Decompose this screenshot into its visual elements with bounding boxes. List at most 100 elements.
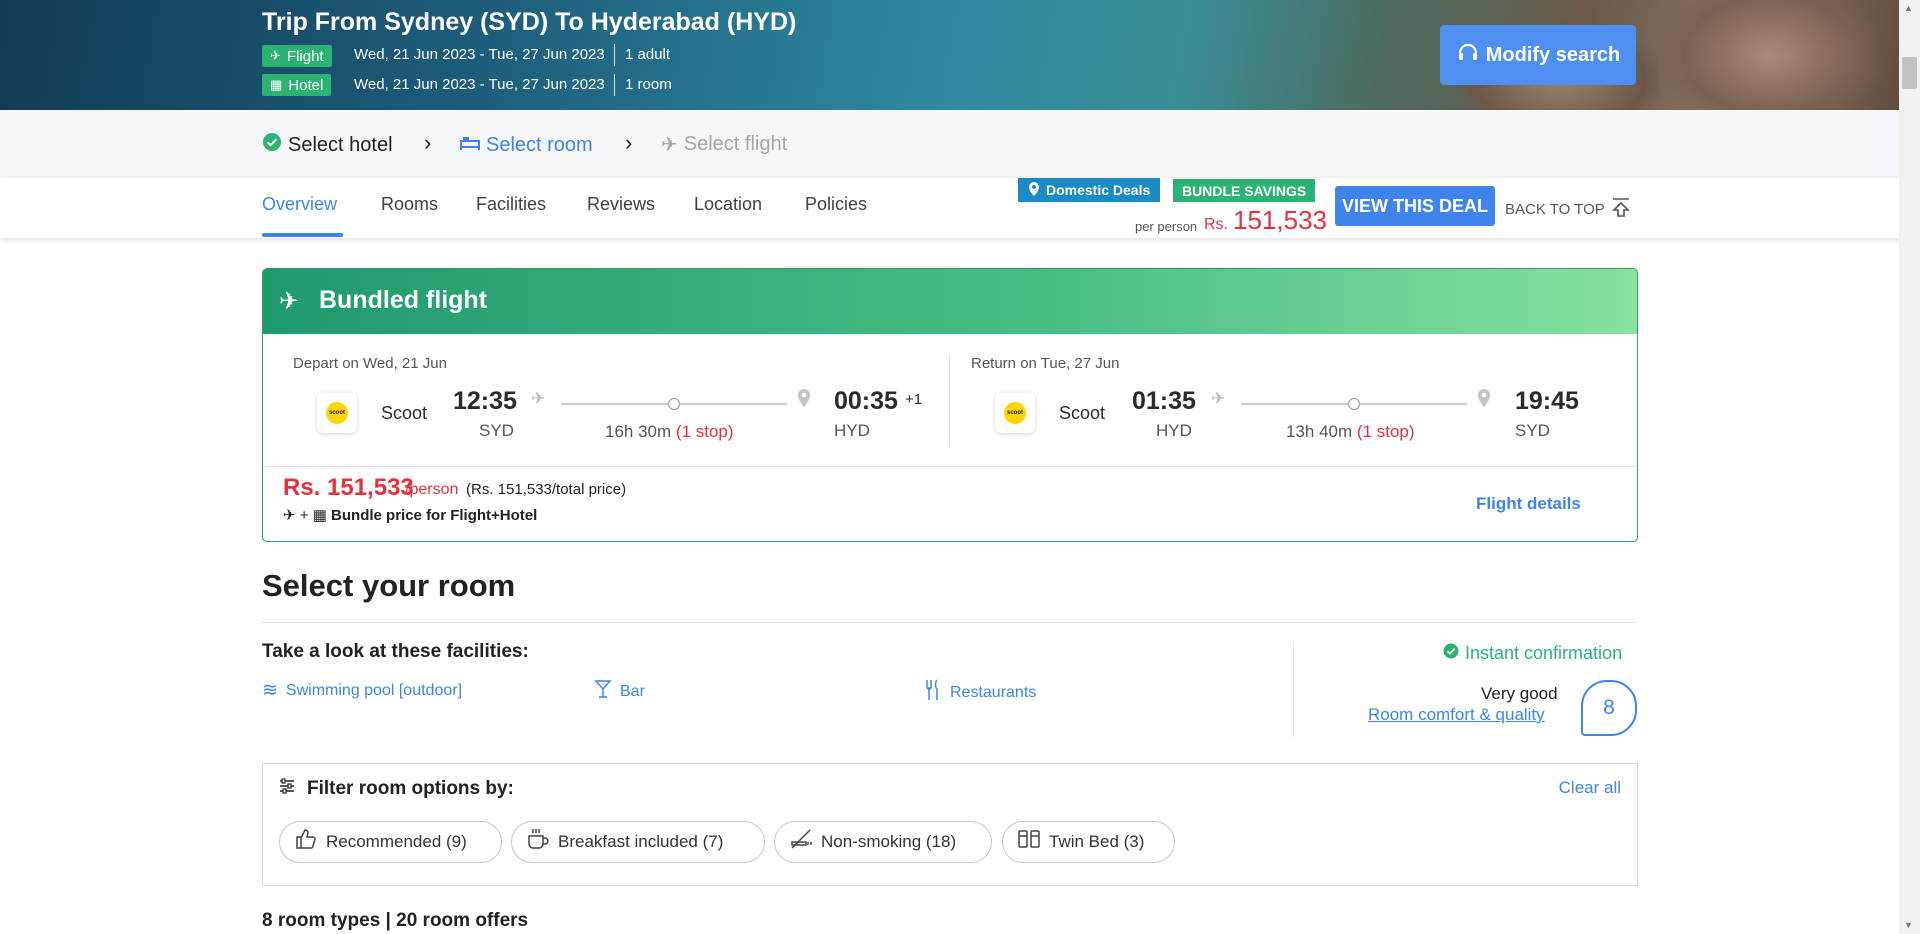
scroll-down-icon[interactable]: ▼ (1904, 920, 1913, 930)
next-day-indicator: +1 (905, 391, 923, 408)
tab-reviews[interactable]: Reviews (587, 194, 655, 215)
instant-confirmation: Instant confirmation (1443, 643, 1622, 664)
bed-icon (460, 132, 480, 158)
facility-label: Restaurants (950, 684, 1037, 701)
chevron-right-icon: › (424, 130, 432, 155)
per-person-label: /person (405, 481, 459, 498)
divider (262, 622, 1636, 623)
departure-airport: SYD (479, 421, 514, 440)
twin-bed-icon (1017, 827, 1041, 857)
domestic-deals-label: Domestic Deals (1046, 182, 1151, 198)
facility-restaurants[interactable]: Restaurants (924, 679, 1036, 707)
facilities-title: Take a look at these facilities: (262, 641, 529, 662)
flight-tag-label: Flight (286, 47, 324, 65)
currency-label: Rs. (1204, 216, 1228, 233)
stop-dot (1348, 398, 1360, 410)
scoot-logo: scoot (317, 393, 357, 433)
airplane-icon: ✈ (531, 389, 546, 408)
arrow-up-icon (1611, 196, 1631, 222)
step-select-flight[interactable]: ✈ Select flight (661, 132, 787, 157)
tab-location[interactable]: Location (694, 194, 762, 215)
cocktail-icon (594, 679, 612, 705)
check-circle-icon (1443, 643, 1459, 664)
active-tab-indicator (262, 233, 343, 237)
step-select-hotel[interactable]: Select hotel (262, 132, 393, 158)
filter-chip-non-smoking[interactable]: Non-smoking (18) (774, 821, 992, 863)
scrollbar-thumb[interactable] (1902, 57, 1917, 89)
flight-tag: ✈ Flight (262, 45, 332, 67)
check-circle-icon (262, 132, 282, 158)
divider (614, 74, 615, 96)
airplane-icon: ✈ (283, 507, 296, 524)
scoot-logo: scoot (995, 393, 1035, 433)
tab-policies[interactable]: Policies (805, 194, 867, 215)
departure-time: 01:35 (1132, 387, 1196, 415)
chip-label: Twin Bed (3) (1049, 832, 1145, 851)
location-pin-icon (1028, 181, 1040, 199)
leg-divider (949, 355, 950, 447)
modify-search-button[interactable]: Modify search (1440, 25, 1636, 85)
back-to-top-label: BACK TO TOP (1505, 200, 1605, 218)
room-count-summary: 8 room types | 20 room offers (262, 910, 529, 931)
bundled-flight-header: ✈ Bundled flight (263, 269, 1637, 334)
return-date-label: Return on Tue, 27 Jun (971, 355, 1120, 372)
bundled-flight-card: ✈ Bundled flight Depart on Wed, 21 Jun s… (262, 268, 1638, 542)
booking-steps: Select hotel › Select room › ✈ Select fl… (0, 110, 1920, 178)
airline-name: Scoot (1059, 403, 1106, 423)
step-label: Select room (486, 133, 593, 156)
filter-chip-breakfast[interactable]: Breakfast included (7) (511, 821, 765, 863)
trip-header: Trip From Sydney (SYD) To Hyderabad (HYD… (0, 0, 1920, 110)
departure-airport: HYD (1156, 421, 1192, 440)
location-pin-icon (797, 389, 811, 412)
divider (614, 44, 615, 66)
domestic-deals-badge: Domestic Deals (1018, 178, 1161, 202)
facility-pool[interactable]: ≋ Swimming pool [outdoor] (262, 679, 462, 702)
back-to-top-link[interactable]: BACK TO TOP (1505, 196, 1631, 222)
hotel-rooms: 1 room (625, 76, 672, 93)
tab-overview[interactable]: Overview (262, 194, 337, 215)
depart-date-label: Depart on Wed, 21 Jun (293, 355, 447, 372)
step-label: Select flight (683, 133, 788, 155)
clear-all-link[interactable]: Clear all (1559, 778, 1621, 798)
chip-label: Non-smoking (18) (821, 832, 957, 851)
sliders-icon (279, 778, 295, 799)
divider (263, 466, 1637, 467)
hero-background-rock (1660, 0, 1880, 110)
hotel-tabs-bar: Overview Rooms Facilities Reviews Locati… (0, 178, 1920, 238)
page-scrollbar[interactable] (1899, 0, 1920, 934)
flight-passengers: 1 adult (625, 46, 671, 63)
coffee-icon (526, 827, 550, 857)
tab-facilities[interactable]: Facilities (476, 194, 546, 215)
bundled-flight-title: Bundled flight (319, 286, 488, 314)
stop-dot (668, 398, 680, 410)
filter-chip-recommended[interactable]: Recommended (9) (279, 821, 502, 863)
per-person-label: per person (1135, 219, 1198, 234)
tab-rooms[interactable]: Rooms (381, 194, 438, 215)
airplane-check-icon: ✈ (279, 288, 300, 315)
flight-details-link[interactable]: Flight details (1476, 494, 1581, 514)
divider (1293, 642, 1294, 737)
view-this-deal-button[interactable]: VIEW THIS DEAL (1335, 186, 1495, 226)
deal-price: 151,533 (1233, 205, 1327, 235)
building-icon: ▦ (270, 77, 283, 92)
filter-title: Filter room options by: (307, 778, 514, 799)
rating-text: Very good (1481, 684, 1558, 703)
facility-label: Swimming pool [outdoor] (285, 681, 463, 699)
scroll-up-icon[interactable]: ▲ (1904, 3, 1913, 13)
facility-label: Bar (620, 683, 645, 700)
chevron-right-icon: › (625, 130, 633, 155)
airplane-check-icon: ✈ (661, 134, 678, 156)
headset-icon (1456, 40, 1480, 70)
filter-chip-twin-bed[interactable]: Twin Bed (3) (1002, 821, 1175, 863)
instant-confirmation-label: Instant confirmation (1465, 643, 1623, 663)
airline-name: Scoot (381, 403, 428, 423)
room-comfort-link[interactable]: Room comfort & quality (1368, 705, 1545, 725)
step-select-room[interactable]: Select room (460, 132, 593, 158)
facility-bar[interactable]: Bar (594, 679, 645, 705)
arrival-airport: SYD (1515, 421, 1550, 440)
arrival-airport: HYD (834, 421, 870, 440)
departure-time: 12:35 (453, 387, 517, 415)
cutlery-icon (924, 679, 942, 707)
hotel-tag-label: Hotel (288, 76, 324, 94)
airplane-icon: ✈ (270, 48, 281, 63)
